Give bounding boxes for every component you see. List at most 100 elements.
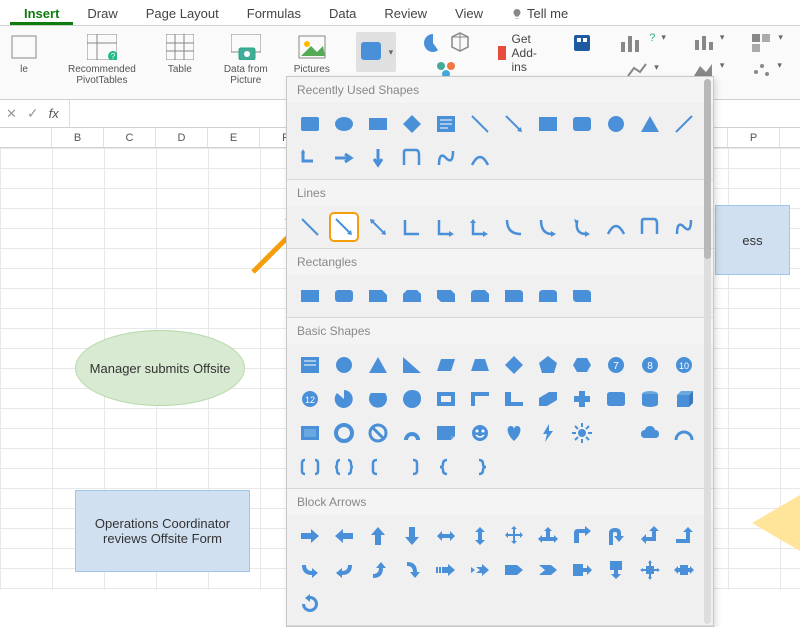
rect-snip1[interactable] xyxy=(365,283,391,309)
arrow-leftright[interactable] xyxy=(433,523,459,549)
shape-rect2[interactable] xyxy=(535,111,561,137)
basic-plaque[interactable] xyxy=(603,386,629,412)
shape-oval[interactable] xyxy=(331,111,357,137)
arrow-right-callout[interactable] xyxy=(569,557,595,583)
basic-lshape[interactable] xyxy=(501,386,527,412)
shape-rect-rounded2[interactable] xyxy=(569,111,595,137)
basic-donut[interactable] xyxy=(331,420,357,446)
rect-plain[interactable] xyxy=(297,283,323,309)
line-curved[interactable] xyxy=(501,214,527,240)
shape-textbox[interactable] xyxy=(433,111,459,137)
arrow-curved-right[interactable] xyxy=(297,557,323,583)
basic-diag-stripe[interactable] xyxy=(535,386,561,412)
tab-draw[interactable]: Draw xyxy=(73,2,131,25)
col-b[interactable]: B xyxy=(52,128,104,147)
basic-oval[interactable] xyxy=(331,352,357,378)
arrow-bent-up[interactable] xyxy=(671,523,697,549)
arrow-circular[interactable] xyxy=(297,591,323,617)
basic-lightning[interactable] xyxy=(535,420,561,446)
col-c[interactable]: C xyxy=(104,128,156,147)
scrollbar[interactable] xyxy=(704,79,711,624)
col-a[interactable] xyxy=(0,128,52,147)
basic-cloud[interactable] xyxy=(637,420,663,446)
basic-textbox[interactable] xyxy=(297,352,323,378)
shape-triangle-yellow[interactable] xyxy=(752,495,800,551)
rect-snip2[interactable] xyxy=(399,283,425,309)
basic-pie[interactable] xyxy=(331,386,357,412)
shape-right-arrow[interactable] xyxy=(331,145,357,171)
arrow-pentagon[interactable] xyxy=(501,557,527,583)
tab-formulas[interactable]: Formulas xyxy=(233,2,315,25)
rect-snip-round[interactable] xyxy=(467,283,493,309)
col-p[interactable]: P xyxy=(728,128,780,147)
line-curved-double[interactable] xyxy=(569,214,595,240)
rect-snip-diag[interactable] xyxy=(433,283,459,309)
basic-frame[interactable] xyxy=(433,386,459,412)
shape-line2[interactable] xyxy=(671,111,697,137)
basic-right-triangle[interactable] xyxy=(399,352,425,378)
basic-arc[interactable] xyxy=(671,420,697,446)
ribbon-data-from-picture[interactable]: Data from Picture xyxy=(220,32,272,86)
shape-arrow-line[interactable] xyxy=(501,111,527,137)
rect-round2[interactable] xyxy=(535,283,561,309)
line-elbow-arrow[interactable] xyxy=(433,214,459,240)
basic-folded-corner[interactable] xyxy=(433,420,459,446)
tab-data[interactable]: Data xyxy=(315,2,370,25)
basic-trapezoid[interactable] xyxy=(467,352,493,378)
basic-right-bracket[interactable] xyxy=(399,454,425,480)
fx-label[interactable]: fx xyxy=(49,106,59,121)
col-e[interactable]: E xyxy=(208,128,260,147)
shape-freeform[interactable] xyxy=(399,145,425,171)
basic-pentagon[interactable] xyxy=(535,352,561,378)
rect-round-diag[interactable] xyxy=(569,283,595,309)
basic-triangle[interactable] xyxy=(365,352,391,378)
basic-octagon[interactable]: 8 xyxy=(637,352,663,378)
basic-chord[interactable] xyxy=(365,386,391,412)
arrow-curved-left[interactable] xyxy=(331,557,357,583)
arrow-up[interactable] xyxy=(365,523,391,549)
line-scribble2[interactable] xyxy=(671,214,697,240)
ribbon-addins[interactable]: Get Add-ins xyxy=(492,32,549,74)
shape-rect[interactable] xyxy=(365,111,391,137)
ribbon-table[interactable]: Table xyxy=(158,32,202,75)
line-curve2[interactable] xyxy=(603,214,629,240)
shape-down-arrow[interactable] xyxy=(365,145,391,171)
shape-triangle[interactable] xyxy=(637,111,663,137)
arrow-down[interactable] xyxy=(399,523,425,549)
shape-curve[interactable] xyxy=(467,145,493,171)
basic-decagon[interactable]: 10 xyxy=(671,352,697,378)
shape-return-arrow[interactable] xyxy=(297,145,323,171)
cancel-icon[interactable]: ✕ xyxy=(6,106,17,122)
shape-rect-partial[interactable]: ess xyxy=(715,205,790,275)
arrow-down-callout[interactable] xyxy=(603,557,629,583)
confirm-icon[interactable]: ✓ xyxy=(27,105,39,122)
line-elbow-double[interactable] xyxy=(467,214,493,240)
arrow-leftright-callout[interactable] xyxy=(671,557,697,583)
tell-me[interactable]: Tell me xyxy=(497,2,582,25)
basic-block-arc[interactable] xyxy=(399,420,425,446)
line-plain[interactable] xyxy=(297,214,323,240)
line-double-arrow[interactable] xyxy=(365,214,391,240)
shape-circle[interactable] xyxy=(603,111,629,137)
rect-rounded[interactable] xyxy=(331,283,357,309)
basic-left-brace[interactable] xyxy=(433,454,459,480)
basic-heart[interactable] xyxy=(501,420,527,446)
basic-left-bracket[interactable] xyxy=(365,454,391,480)
shape-scribble[interactable] xyxy=(433,145,459,171)
basic-teardrop[interactable] xyxy=(399,386,425,412)
shape-rect-operations[interactable]: Operations Coordinator reviews Offsite F… xyxy=(75,490,250,572)
line-curved-arrow[interactable] xyxy=(535,214,561,240)
basic-cube[interactable] xyxy=(671,386,697,412)
rect-round1[interactable] xyxy=(501,283,527,309)
basic-right-brace[interactable] xyxy=(467,454,493,480)
ribbon-charts-2[interactable]: ▾ ▾ xyxy=(688,32,729,78)
ribbon-partial-left[interactable]: le xyxy=(2,32,46,75)
ribbon-shapes[interactable]: ▾ xyxy=(352,32,400,72)
basic-can[interactable] xyxy=(637,386,663,412)
basic-sun[interactable] xyxy=(569,420,595,446)
basic-cross[interactable] xyxy=(569,386,595,412)
arrow-quad-callout[interactable] xyxy=(637,557,663,583)
tab-page-layout[interactable]: Page Layout xyxy=(132,2,233,25)
shape-rounded-rect[interactable] xyxy=(297,111,323,137)
ribbon-charts-1[interactable]: ?▾ ▾ xyxy=(615,32,670,80)
